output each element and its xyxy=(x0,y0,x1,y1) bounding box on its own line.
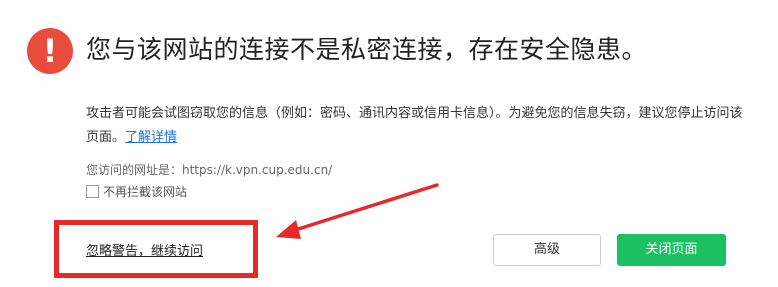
advanced-button[interactable]: 高级 xyxy=(493,234,601,266)
exclamation-icon: ! xyxy=(27,28,73,74)
no-block-option[interactable]: 不再拦截该网站 xyxy=(86,183,187,200)
ignore-warning-link[interactable]: 忽略警告，继续访问 xyxy=(86,240,203,259)
learn-more-link[interactable]: 了解详情 xyxy=(125,130,177,145)
description-text: 攻击者可能会试图窃取您的信息（例如：密码、通讯内容或信用卡信息）。为避免您的信息… xyxy=(86,106,743,145)
warning-description: 攻击者可能会试图窃取您的信息（例如：密码、通讯内容或信用卡信息）。为避免您的信息… xyxy=(86,102,746,150)
close-page-button[interactable]: 关闭页面 xyxy=(617,234,726,266)
no-block-label: 不再拦截该网站 xyxy=(103,185,188,199)
visited-url: 您访问的网址是：https://k.vpn.cup.edu.cn/ xyxy=(86,163,333,177)
no-block-checkbox[interactable] xyxy=(86,185,99,198)
warning-title: 您与该网站的连接不是私密连接，存在安全隐患。 xyxy=(86,35,648,64)
